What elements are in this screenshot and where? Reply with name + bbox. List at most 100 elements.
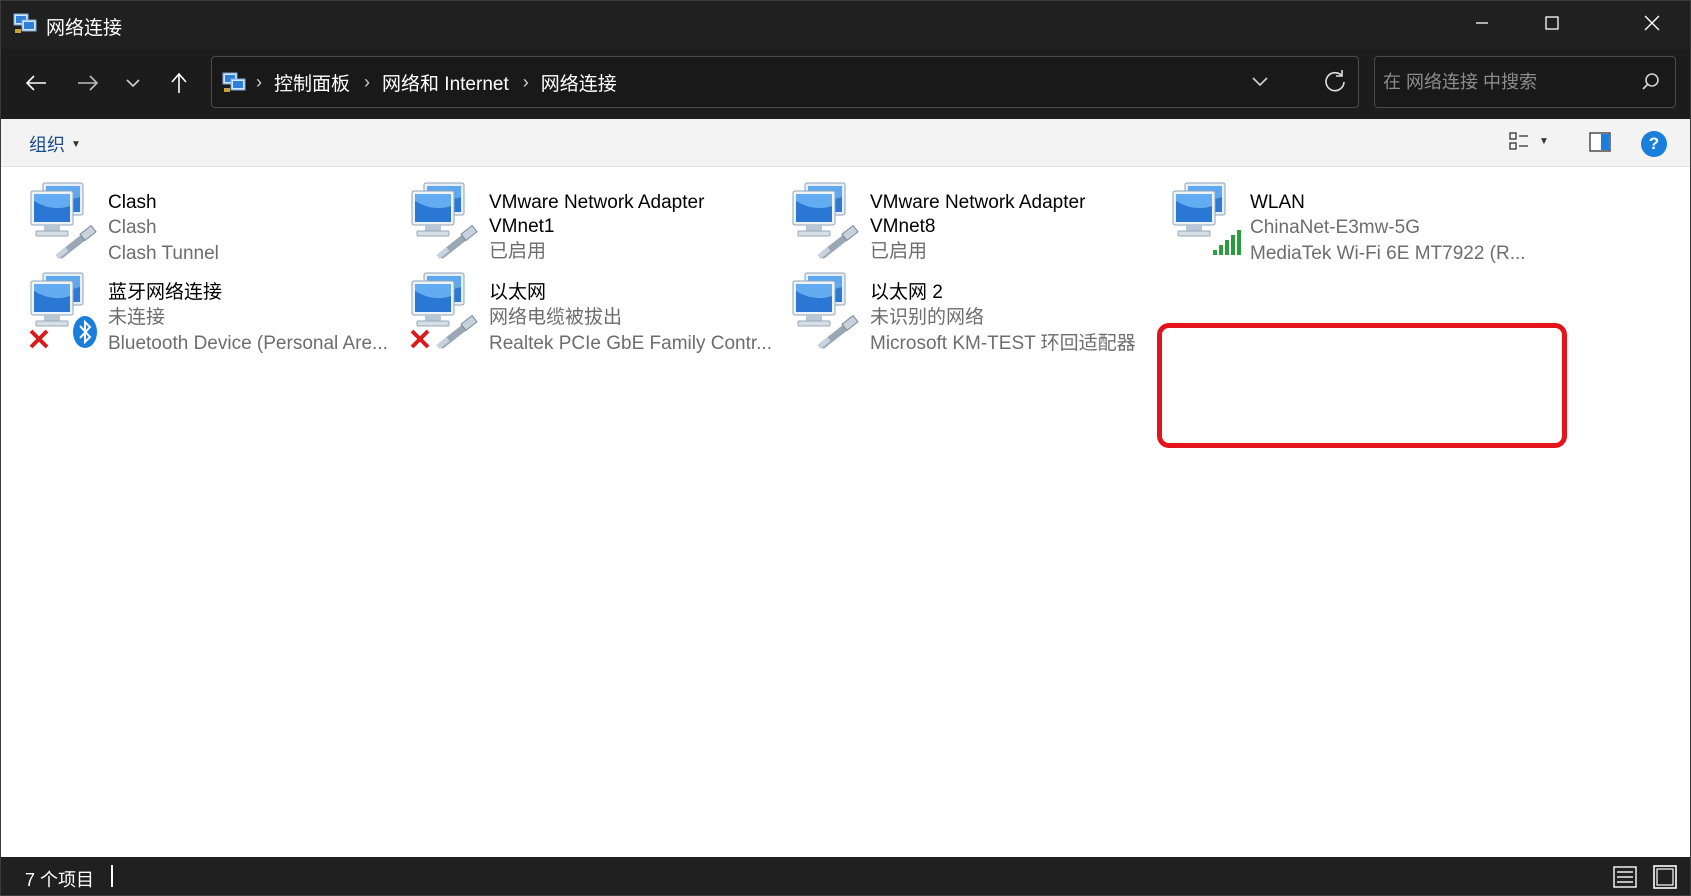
help-button[interactable]: ? [1641, 131, 1667, 157]
connection-device: Clash Tunnel [108, 243, 219, 264]
connection-status: 已启用 [489, 241, 547, 262]
computer-icon [411, 182, 465, 237]
details-view-icon[interactable] [1613, 866, 1637, 888]
preview-pane-icon[interactable] [1589, 132, 1611, 152]
computer-icon [792, 182, 846, 237]
text-cursor [111, 865, 113, 887]
organize-menu-button[interactable]: 组织 ▼ [29, 131, 81, 157]
network-adapter-icon [792, 182, 859, 259]
connection-name: 以太网 [489, 282, 547, 303]
large-icons-view-icon[interactable] [1653, 865, 1677, 889]
connection-item[interactable]: VMware Network Adapter VMnet1 已启用 [408, 179, 778, 265]
connection-text: WLAN ChinaNet-E3mw-5G MediaTek Wi-Fi 6E MT… [1250, 191, 1535, 267]
connection-text: 蓝牙网络连接 未连接 Bluetooth Device (Personal Are.… [108, 281, 393, 357]
recent-locations-button[interactable] [113, 63, 153, 103]
caret-down-icon: ▼ [71, 138, 81, 150]
caret-down-icon: ▼ [1539, 135, 1549, 147]
chevron-down-icon [126, 79, 140, 88]
network-cable-icon [817, 224, 859, 259]
connection-device: Bluetooth Device (Personal Are... [108, 333, 388, 354]
network-cable-icon [436, 314, 478, 349]
bluetooth-icon [73, 316, 97, 348]
breadcrumb-separator: › [256, 71, 262, 92]
connection-status: 网络电缆被拔出 [489, 307, 623, 328]
highlight-box [1157, 323, 1567, 448]
connection-item[interactable]: VMware Network Adapter VMnet8 已启用 [789, 179, 1159, 265]
connection-name: 蓝牙网络连接 [108, 282, 223, 303]
network-folder-icon [222, 72, 246, 92]
connection-item[interactable]: Clash Clash Clash Tunnel [27, 179, 397, 265]
close-icon [1644, 15, 1660, 31]
navigation-bar: › 控制面板 › 网络和 Internet › 网络连接 [1, 49, 1690, 119]
connection-text: VMware Network Adapter VMnet1 已启用 [489, 191, 774, 265]
connection-device: Realtek PCIe GbE Family Contr... [489, 333, 772, 354]
view-options-icon [1509, 132, 1528, 150]
computer-icon [1172, 182, 1226, 237]
refresh-icon[interactable] [1322, 68, 1348, 94]
breadcrumb-network-internet[interactable]: 网络和 Internet [382, 69, 509, 96]
connection-name: VMware Network Adapter VMnet1 [489, 192, 705, 237]
connection-item[interactable]: 以太网网络电缆被拔出 Realtek PCIe GbE Family Contr.… [408, 269, 778, 355]
breadcrumb-separator: › [364, 71, 371, 92]
connection-status: Clash [108, 217, 157, 238]
connection-status: 未连接 [108, 307, 166, 328]
arrow-up-icon [171, 72, 187, 93]
connections-list: Clash Clash Clash Tunnel VMware Network Ada… [1, 167, 1690, 857]
network-adapter-icon [410, 272, 478, 349]
title-bar: 网络连接 [1, 1, 1690, 49]
network-adapter-icon [30, 182, 97, 259]
connection-text: 以太网网络电缆被拔出 Realtek PCIe GbE Family Contr.… [489, 281, 774, 357]
disconnected-x-icon [29, 329, 49, 349]
organize-label: 组织 [29, 135, 65, 155]
network-folder-icon [13, 13, 37, 33]
computer-icon [30, 272, 84, 327]
wifi-signal-icon [1213, 230, 1241, 255]
breadcrumb: › 控制面板 › 网络和 Internet › 网络连接 [256, 57, 631, 107]
address-history-chevron-icon[interactable] [1250, 71, 1270, 91]
maximize-icon [1545, 16, 1559, 30]
network-cable-icon [55, 224, 97, 259]
minimize-button[interactable] [1447, 1, 1517, 45]
computer-icon [30, 182, 84, 237]
connection-status: ChinaNet-E3mw-5G [1250, 217, 1420, 238]
change-view-button[interactable]: ▼ [1509, 132, 1549, 150]
network-adapter-icon [792, 272, 859, 349]
connection-item[interactable]: WLAN ChinaNet-E3mw-5G MediaTek Wi-Fi 6E MT… [1169, 179, 1539, 265]
network-cable-icon [436, 224, 478, 259]
maximize-button[interactable] [1517, 1, 1587, 45]
command-bar: 组织 ▼ ▼ ? [1, 119, 1690, 167]
connection-name: Clash [108, 192, 157, 213]
window-title: 网络连接 [46, 18, 123, 39]
close-button[interactable] [1617, 1, 1687, 45]
arrow-right-icon [78, 75, 99, 91]
breadcrumb-control-panel[interactable]: 控制面板 [274, 69, 350, 96]
connection-device: MediaTek Wi-Fi 6E MT7922 (R... [1250, 243, 1526, 264]
forward-button[interactable] [68, 63, 108, 103]
status-bar: 7 个项目 [1, 857, 1690, 895]
disconnected-x-icon [410, 329, 430, 349]
breadcrumb-network-connections[interactable]: 网络连接 [541, 69, 617, 96]
connection-text: 以太网 2 未识别的网络 Microsoft KM-TEST 环回适配器 [870, 281, 1155, 357]
computer-icon [411, 272, 465, 327]
computer-icon [792, 272, 846, 327]
network-adapter-icon [29, 272, 97, 349]
back-button[interactable] [16, 63, 56, 103]
connection-status: 未识别的网络 [870, 307, 985, 328]
connection-item[interactable]: 以太网 2 未识别的网络 Microsoft KM-TEST 环回适配器 [789, 269, 1159, 355]
network-connections-window: 网络连接 › 控制面板 › 网络和 Internet › 网络连接 在 网络连接… [0, 0, 1691, 896]
search-icon[interactable] [1641, 72, 1661, 92]
connection-name: WLAN [1250, 192, 1305, 213]
connection-name: 以太网 2 [870, 282, 943, 303]
connection-name: VMware Network Adapter VMnet8 [870, 192, 1086, 237]
connection-item[interactable]: 蓝牙网络连接 未连接 Bluetooth Device (Personal Are.… [27, 269, 397, 355]
connection-status: 已启用 [870, 241, 928, 262]
breadcrumb-separator: › [522, 71, 529, 92]
address-bar[interactable]: › 控制面板 › 网络和 Internet › 网络连接 [211, 56, 1359, 108]
network-adapter-icon [411, 182, 478, 259]
item-count: 7 个项目 [25, 870, 95, 890]
up-button[interactable] [159, 63, 199, 103]
search-input[interactable] [1383, 65, 1633, 99]
search-box[interactable] [1374, 56, 1676, 108]
connection-device: Microsoft KM-TEST 环回适配器 [870, 333, 1136, 354]
connection-text: VMware Network Adapter VMnet8 已启用 [870, 191, 1155, 265]
